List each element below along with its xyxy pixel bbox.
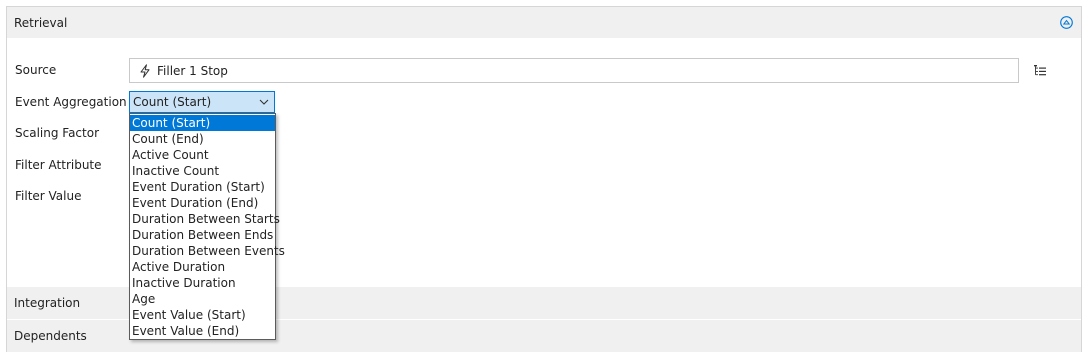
event-aggregation-select[interactable]: Count (Start) — [129, 91, 275, 113]
chevron-down-icon[interactable] — [259, 98, 269, 106]
retrieval-section-title: Retrieval — [14, 15, 68, 30]
dropdown-option[interactable]: Duration Between Ends — [130, 227, 275, 243]
dropdown-option[interactable]: Age — [130, 291, 275, 307]
dropdown-option[interactable]: Duration Between Events — [130, 243, 285, 259]
dependents-section-title: Dependents — [14, 329, 87, 343]
scaling-factor-label: Scaling Factor — [15, 126, 100, 140]
lightning-bolt-icon — [140, 63, 150, 78]
source-field[interactable]: Filler 1 Stop — [129, 58, 1019, 83]
dropdown-option[interactable]: Event Duration (Start) — [130, 179, 275, 195]
dropdown-option[interactable]: Event Value (End) — [130, 323, 275, 339]
dropdown-option[interactable]: Duration Between Starts — [130, 211, 280, 227]
dropdown-option[interactable]: Event Value (Start) — [130, 307, 275, 323]
source-label: Source — [15, 63, 57, 77]
retrieval-section-header[interactable]: Retrieval — [7, 7, 1081, 38]
event-aggregation-dropdown: Count (Start) Count (End) Active Count I… — [129, 113, 285, 340]
collapse-up-circle-icon[interactable] — [1060, 16, 1073, 29]
dropdown-option[interactable]: Active Duration — [130, 259, 275, 275]
dropdown-option[interactable]: Inactive Count — [130, 163, 275, 179]
filter-value-label: Filter Value — [15, 189, 82, 203]
dropdown-option[interactable]: Inactive Duration — [130, 275, 275, 291]
source-value: Filler 1 Stop — [157, 63, 228, 78]
event-aggregation-value: Count (Start) — [133, 95, 212, 109]
dropdown-option[interactable]: Count (Start) — [130, 115, 275, 131]
integration-section-title: Integration — [14, 296, 81, 310]
filter-attribute-label: Filter Attribute — [15, 158, 102, 172]
dropdown-option[interactable]: Active Count — [130, 147, 275, 163]
dropdown-option[interactable]: Count (End) — [130, 131, 275, 147]
event-aggregation-label: Event Aggregation — [15, 95, 127, 109]
dropdown-option[interactable]: Event Duration (End) — [130, 195, 275, 211]
tree-list-icon[interactable] — [1033, 64, 1047, 78]
attribute-config-panel: Retrieval Source Filler 1 Stop Event Agg… — [6, 6, 1082, 352]
